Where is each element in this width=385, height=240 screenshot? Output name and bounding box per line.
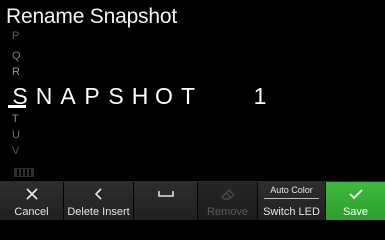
- keyboard-icon: [14, 168, 34, 177]
- remove-button[interactable]: Remove: [198, 182, 258, 220]
- alphabet-letter-below-3[interactable]: V: [12, 145, 19, 157]
- delete-label: Delete: [67, 206, 100, 218]
- space-bracket-icon: [134, 185, 197, 203]
- alphabet-letter-below-2[interactable]: U: [12, 129, 20, 141]
- switch-led-button[interactable]: Auto Color Switch LED: [258, 182, 326, 220]
- checkmark-icon: [326, 185, 385, 203]
- name-character[interactable]: T: [176, 82, 200, 110]
- alphabet-letter-below-1[interactable]: T: [12, 113, 19, 125]
- cancel-button[interactable]: Cancel: [0, 182, 64, 220]
- save-button[interactable]: Save: [326, 182, 385, 220]
- delete-insert-button-label: Delete Insert: [64, 206, 133, 219]
- name-character[interactable]: A: [56, 82, 80, 110]
- bottom-button-bar: Cancel Delete Insert Remove Auto Color S…: [0, 181, 385, 220]
- remove-button-label: Remove: [207, 206, 248, 218]
- text-cursor: [8, 105, 26, 108]
- auto-color-label: Auto Color: [264, 185, 319, 199]
- eraser-icon: [198, 185, 257, 203]
- name-character[interactable]: 1: [248, 82, 272, 110]
- cancel-button-label: Cancel: [14, 206, 49, 218]
- x-icon: [0, 185, 63, 203]
- name-character[interactable]: H: [128, 82, 152, 110]
- delete-insert-button[interactable]: Delete Insert: [64, 182, 134, 220]
- name-character[interactable]: [224, 82, 248, 110]
- name-character[interactable]: S: [104, 82, 128, 110]
- name-character[interactable]: P: [80, 82, 104, 110]
- name-character[interactable]: [200, 82, 224, 110]
- insert-label: Insert: [102, 206, 130, 218]
- save-button-label: Save: [342, 206, 369, 218]
- insert-space-button[interactable]: [134, 182, 198, 220]
- page-title: Rename Snapshot: [6, 5, 177, 28]
- name-character[interactable]: O: [152, 82, 176, 110]
- chevron-left-icon: [64, 185, 133, 203]
- alphabet-letter-above-2[interactable]: Q: [12, 50, 21, 62]
- alphabet-letter-above-3[interactable]: P: [12, 30, 19, 42]
- switch-led-button-label: Switch LED: [263, 206, 320, 218]
- rename-snapshot-screen: Rename Snapshot P Q R S N A P S H O T 1 …: [0, 0, 385, 220]
- name-character[interactable]: N: [32, 82, 56, 110]
- alphabet-letter-above-1[interactable]: R: [12, 66, 20, 78]
